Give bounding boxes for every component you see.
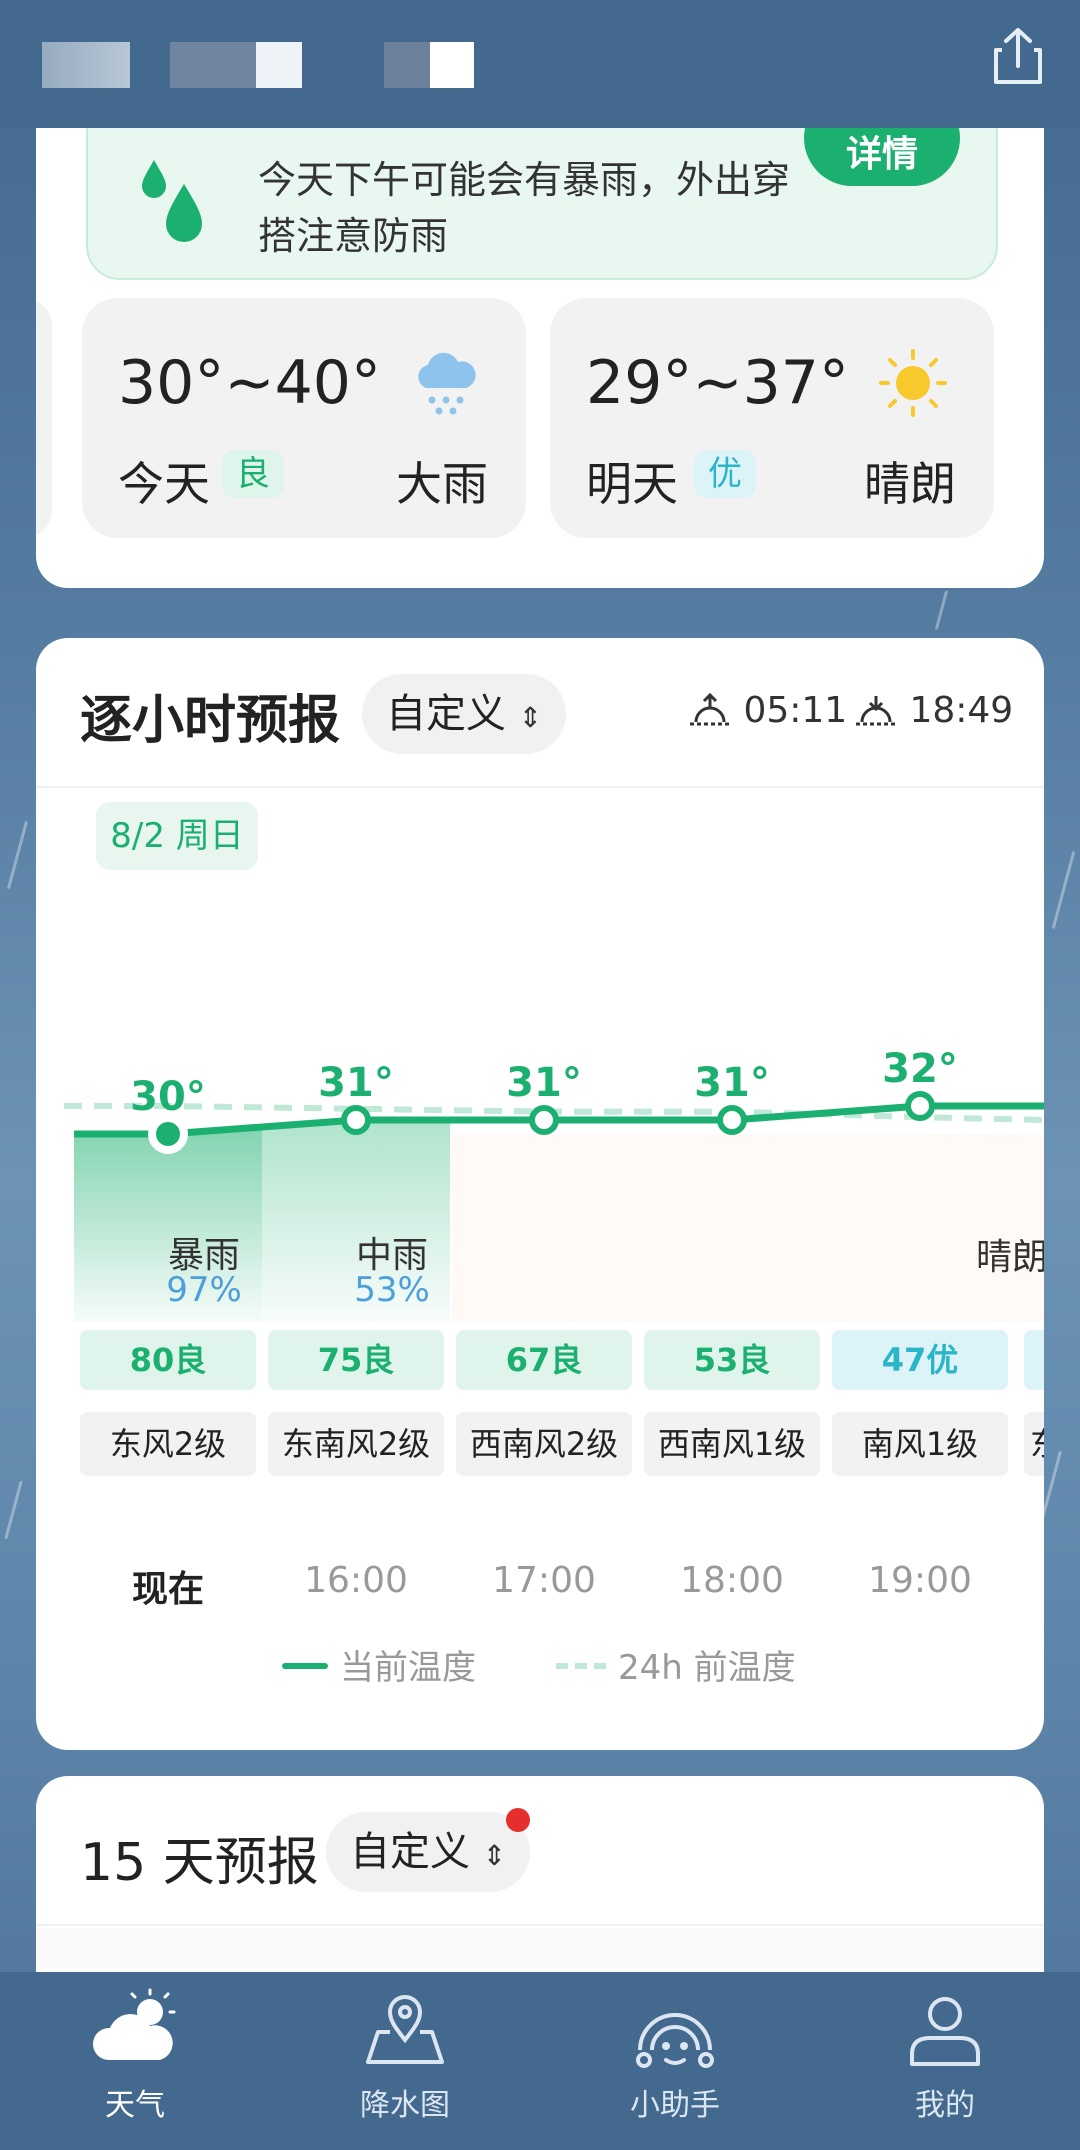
time-label: 16:00 xyxy=(304,1560,408,1601)
temp-point xyxy=(905,1091,935,1121)
time-label: 18:00 xyxy=(680,1560,784,1601)
hourly-forecast-card: 逐小时预报 自定义 ⇕ 05:11 18:49 8/2 周日 30° 31° 3… xyxy=(36,638,1044,1750)
hour-precip-0: 97% xyxy=(166,1270,242,1310)
sun-icon xyxy=(879,349,947,417)
nav-label: 降水图 xyxy=(360,2088,450,2123)
forecast-list-start xyxy=(36,1928,1044,1968)
temp-label: 31° xyxy=(694,1060,770,1106)
hour-wind-2: 西南风2级 xyxy=(456,1412,632,1476)
hour-wind-3: 西南风1级 xyxy=(644,1412,820,1476)
temp-label: 32° xyxy=(882,1046,958,1092)
chevron-updown-icon: ⇕ xyxy=(482,1839,507,1872)
hour-aqi-3: 53良 xyxy=(644,1330,820,1390)
today-aqi-badge: 良 xyxy=(222,450,284,498)
hour-wind-5-edge: 东 xyxy=(1024,1412,1044,1476)
hour-wind-1: 东南风2级 xyxy=(268,1412,444,1476)
nav-weather[interactable]: 天气 xyxy=(0,1972,270,2150)
hour-wind-0: 东风2级 xyxy=(80,1412,256,1476)
rain-alert[interactable]: 今天下午可能会有暴雨，外出穿搭注意防雨 详情 xyxy=(86,128,998,280)
rain-streak xyxy=(1040,1450,1063,1520)
legend-prev: 24h 前温度 xyxy=(556,1640,796,1689)
temp-point xyxy=(156,1122,180,1146)
detail-button[interactable]: 详情 xyxy=(804,128,960,186)
share-icon[interactable] xyxy=(990,26,1046,86)
today-summary-card: 今天下午可能会有暴雨，外出穿搭注意防雨 详情 30°~40° 今天 良 大雨 2… xyxy=(36,128,1044,588)
hour-condition-2: 晴朗 xyxy=(976,1237,1044,1278)
hour-wind-4: 南风1级 xyxy=(832,1412,1008,1476)
temp-label: 31° xyxy=(318,1060,394,1106)
divider xyxy=(36,1924,1044,1926)
nav-profile[interactable]: 我的 xyxy=(810,1972,1080,2150)
tomorrow-box[interactable]: 29°~37° 明天 优 晴朗 xyxy=(550,298,994,538)
temp-point xyxy=(341,1105,371,1135)
today-label: 今天 xyxy=(118,457,210,511)
weather-icon xyxy=(92,1988,176,2060)
temp-label: 30° xyxy=(130,1074,206,1120)
hour-aqi-5-edge xyxy=(1024,1330,1044,1390)
notification-dot xyxy=(506,1808,530,1832)
hour-precip-1: 53% xyxy=(354,1270,430,1310)
bottom-navigation: 天气 降水图 小助手 我的 xyxy=(0,1972,1080,2150)
nav-label: 天气 xyxy=(105,2088,165,2123)
tomorrow-temp-range: 29°~37° xyxy=(586,348,849,418)
nav-label: 我的 xyxy=(915,2088,975,2123)
sunny-period-fill xyxy=(452,1134,1044,1322)
alert-text: 今天下午可能会有暴雨，外出穿搭注意防雨 xyxy=(258,158,791,258)
tomorrow-aqi-badge: 优 xyxy=(694,450,756,498)
rain-streak xyxy=(6,820,29,890)
top-bar xyxy=(0,0,1080,128)
legend-current-label: 当前温度 xyxy=(340,1648,476,1688)
previous-day-box-edge xyxy=(36,298,52,538)
nav-assistant[interactable]: 小助手 xyxy=(540,1972,810,2150)
rain-cloud-icon xyxy=(418,352,476,415)
today-temp-range: 30°~40° xyxy=(118,348,381,418)
legend-solid-line xyxy=(282,1663,328,1669)
user-icon xyxy=(910,1997,980,2066)
time-label: 17:00 xyxy=(492,1560,596,1601)
rain-streak xyxy=(1051,850,1076,930)
temp-point xyxy=(529,1105,559,1135)
hour-aqi-2: 67良 xyxy=(456,1330,632,1390)
location-title-blurred xyxy=(256,42,302,88)
fifteen-day-title: 15 天预报 xyxy=(80,1833,319,1893)
temp-label: 31° xyxy=(506,1060,582,1106)
hour-aqi-0: 80良 xyxy=(80,1330,256,1390)
today-box[interactable]: 30°~40° 今天 良 大雨 xyxy=(82,298,526,538)
hour-aqi-1: 75良 xyxy=(268,1330,444,1390)
today-condition: 大雨 xyxy=(396,457,488,511)
custom-label: 自定义 xyxy=(350,1829,470,1875)
assistant-icon xyxy=(636,2013,714,2068)
tomorrow-label: 明天 xyxy=(586,457,678,511)
rain-streak xyxy=(4,1480,23,1540)
nav-label: 小助手 xyxy=(630,2088,720,2123)
map-pin-icon xyxy=(366,1995,444,2064)
raindrop-icon xyxy=(142,160,202,242)
location-title-blurred xyxy=(42,42,130,88)
location-title-blurred xyxy=(430,42,474,88)
rain-streak xyxy=(934,590,949,630)
temp-point xyxy=(717,1105,747,1135)
legend-prev-label: 24h 前温度 xyxy=(618,1648,796,1688)
location-title-blurred xyxy=(384,42,430,88)
fifteen-custom-button[interactable]: 自定义 ⇕ xyxy=(326,1812,531,1892)
location-title-blurred xyxy=(170,42,256,88)
legend-current: 当前温度 xyxy=(282,1640,476,1689)
time-label: 19:00 xyxy=(868,1560,972,1601)
legend-dashed-line xyxy=(556,1663,606,1669)
nav-precipitation-map[interactable]: 降水图 xyxy=(270,1972,540,2150)
hour-aqi-4: 47优 xyxy=(832,1330,1008,1390)
time-now: 现在 xyxy=(131,1569,204,1610)
tomorrow-condition: 晴朗 xyxy=(864,457,956,511)
